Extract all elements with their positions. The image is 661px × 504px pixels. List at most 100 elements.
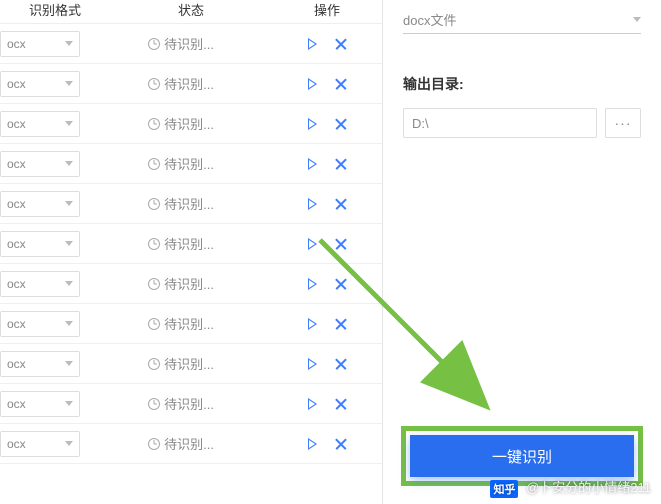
close-icon[interactable] bbox=[335, 78, 347, 90]
file-table: 识别格式 状态 操作 ocx 待识别... ocx 待识别.. bbox=[0, 0, 383, 504]
format-value: ocx bbox=[7, 77, 26, 91]
format-value: ocx bbox=[7, 237, 26, 251]
play-icon[interactable] bbox=[308, 198, 317, 210]
header-format: 识别格式 bbox=[0, 0, 110, 19]
format-value: ocx bbox=[7, 157, 26, 171]
format-value: ocx bbox=[7, 437, 26, 451]
status-cell: 待识别... bbox=[90, 314, 272, 333]
format-select[interactable]: ocx bbox=[0, 31, 80, 57]
status-text: 待识别... bbox=[164, 114, 214, 133]
browse-button[interactable]: ··· bbox=[605, 108, 641, 138]
status-text: 待识别... bbox=[164, 274, 214, 293]
play-icon[interactable] bbox=[308, 38, 317, 50]
format-value: ocx bbox=[7, 317, 26, 331]
clock-icon bbox=[148, 438, 160, 450]
clock-icon bbox=[148, 278, 160, 290]
play-icon[interactable] bbox=[308, 278, 317, 290]
status-text: 待识别... bbox=[164, 194, 214, 213]
status-cell: 待识别... bbox=[90, 434, 272, 453]
format-select[interactable]: ocx bbox=[0, 311, 80, 337]
play-icon[interactable] bbox=[308, 438, 317, 450]
play-icon[interactable] bbox=[308, 398, 317, 410]
chevron-down-icon bbox=[65, 121, 73, 126]
table-row: ocx 待识别... bbox=[0, 264, 382, 304]
status-cell: 待识别... bbox=[90, 274, 272, 293]
filetype-dropdown[interactable]: docx文件 bbox=[403, 6, 641, 34]
format-value: ocx bbox=[7, 397, 26, 411]
status-cell: 待识别... bbox=[90, 114, 272, 133]
clock-icon bbox=[148, 78, 160, 90]
format-select[interactable]: ocx bbox=[0, 111, 80, 137]
table-row: ocx 待识别... bbox=[0, 64, 382, 104]
format-value: ocx bbox=[7, 357, 26, 371]
clock-icon bbox=[148, 118, 160, 130]
close-icon[interactable] bbox=[335, 398, 347, 410]
play-icon[interactable] bbox=[308, 78, 317, 90]
chevron-down-icon bbox=[65, 201, 73, 206]
recognize-button[interactable]: 一键识别 bbox=[410, 435, 634, 477]
format-select[interactable]: ocx bbox=[0, 191, 80, 217]
table-row: ocx 待识别... bbox=[0, 24, 382, 64]
chevron-down-icon bbox=[65, 81, 73, 86]
play-icon[interactable] bbox=[308, 358, 317, 370]
status-text: 待识别... bbox=[164, 354, 214, 373]
format-value: ocx bbox=[7, 197, 26, 211]
table-row: ocx 待识别... bbox=[0, 184, 382, 224]
chevron-down-icon bbox=[65, 321, 73, 326]
close-icon[interactable] bbox=[335, 238, 347, 250]
table-row: ocx 待识别... bbox=[0, 384, 382, 424]
play-icon[interactable] bbox=[308, 318, 317, 330]
table-row: ocx 待识别... bbox=[0, 104, 382, 144]
format-select[interactable]: ocx bbox=[0, 391, 80, 417]
header-ops: 操作 bbox=[272, 0, 382, 19]
close-icon[interactable] bbox=[335, 438, 347, 450]
table-row: ocx 待识别... bbox=[0, 144, 382, 184]
close-icon[interactable] bbox=[335, 38, 347, 50]
format-value: ocx bbox=[7, 277, 26, 291]
close-icon[interactable] bbox=[335, 358, 347, 370]
status-text: 待识别... bbox=[164, 154, 214, 173]
play-icon[interactable] bbox=[308, 238, 317, 250]
settings-panel: docx文件 输出目录: ··· 一键识别 bbox=[383, 0, 661, 504]
status-text: 待识别... bbox=[164, 74, 214, 93]
chevron-down-icon bbox=[65, 281, 73, 286]
status-text: 待识别... bbox=[164, 394, 214, 413]
format-select[interactable]: ocx bbox=[0, 431, 80, 457]
format-select[interactable]: ocx bbox=[0, 71, 80, 97]
format-value: ocx bbox=[7, 117, 26, 131]
chevron-down-icon bbox=[65, 161, 73, 166]
status-text: 待识别... bbox=[164, 34, 214, 53]
status-text: 待识别... bbox=[164, 434, 214, 453]
status-cell: 待识别... bbox=[90, 74, 272, 93]
close-icon[interactable] bbox=[335, 118, 347, 130]
play-icon[interactable] bbox=[308, 118, 317, 130]
close-icon[interactable] bbox=[335, 158, 347, 170]
table-row: ocx 待识别... bbox=[0, 424, 382, 464]
table-header: 识别格式 状态 操作 bbox=[0, 0, 382, 24]
highlight-box: 一键识别 bbox=[401, 426, 643, 486]
output-dir-input[interactable] bbox=[403, 108, 597, 138]
clock-icon bbox=[148, 158, 160, 170]
play-icon[interactable] bbox=[308, 158, 317, 170]
format-select[interactable]: ocx bbox=[0, 231, 80, 257]
close-icon[interactable] bbox=[335, 278, 347, 290]
close-icon[interactable] bbox=[335, 318, 347, 330]
table-row: ocx 待识别... bbox=[0, 224, 382, 264]
status-cell: 待识别... bbox=[90, 234, 272, 253]
format-select[interactable]: ocx bbox=[0, 271, 80, 297]
chevron-down-icon bbox=[633, 17, 641, 22]
status-cell: 待识别... bbox=[90, 154, 272, 173]
close-icon[interactable] bbox=[335, 198, 347, 210]
chevron-down-icon bbox=[65, 361, 73, 366]
status-text: 待识别... bbox=[164, 314, 214, 333]
format-select[interactable]: ocx bbox=[0, 351, 80, 377]
chevron-down-icon bbox=[65, 401, 73, 406]
clock-icon bbox=[148, 358, 160, 370]
output-dir-label: 输出目录: bbox=[403, 74, 641, 94]
clock-icon bbox=[148, 198, 160, 210]
clock-icon bbox=[148, 398, 160, 410]
format-select[interactable]: ocx bbox=[0, 151, 80, 177]
clock-icon bbox=[148, 318, 160, 330]
table-row: ocx 待识别... bbox=[0, 304, 382, 344]
clock-icon bbox=[148, 38, 160, 50]
